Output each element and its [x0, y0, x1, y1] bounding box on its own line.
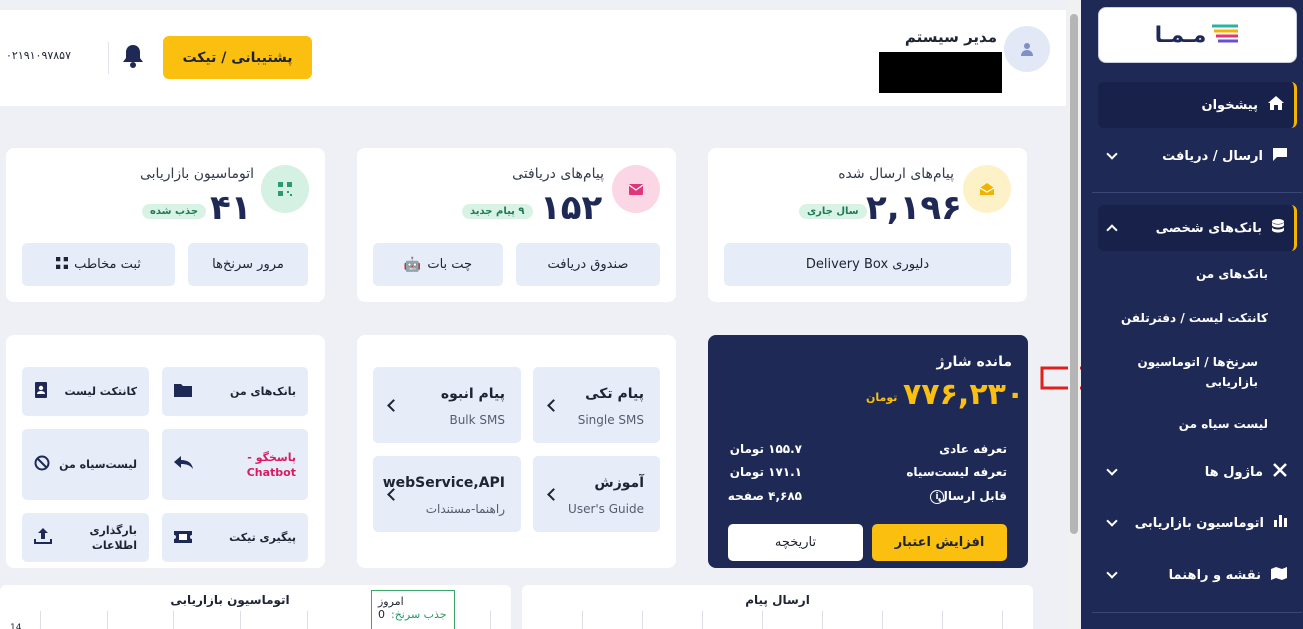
send-chart-card: ارسال پیام — [522, 585, 1033, 629]
contact-book-icon — [34, 381, 48, 402]
bell-icon[interactable] — [118, 40, 148, 72]
add-contact-button[interactable]: ثبت مخاطب — [22, 243, 175, 286]
user-avatar-icon[interactable] — [1004, 26, 1050, 72]
chatbot-button[interactable]: 🤖 چت بات — [373, 243, 503, 286]
balance-row-value: ۱۵۵.۷ تومان — [729, 442, 802, 456]
automation-chart-card: اتوماسیون بازاریابی 14 امروز 0 جذب سرنخ: — [0, 585, 511, 629]
chevron-up-icon — [1106, 224, 1118, 236]
upload-icon — [34, 527, 52, 548]
sidebar-item-personal-banks[interactable]: بانک‌های شخصی — [1098, 205, 1297, 251]
qrcode-icon — [56, 256, 69, 273]
chevron-down-icon — [1106, 464, 1118, 476]
sidebar-subitem-blacklist[interactable]: لیست سیاه من — [1098, 414, 1268, 434]
stat-value: ۱۵۲ — [540, 188, 603, 228]
stat-title: پیام‌های دریافتی — [512, 166, 604, 182]
stat-title: پیام‌های ارسال شده — [838, 166, 954, 182]
qrcode-icon — [261, 165, 309, 213]
home-icon — [1268, 96, 1284, 114]
contact-list-link[interactable]: کانتکت لیست — [22, 367, 149, 416]
ban-icon — [34, 455, 50, 475]
single-sms-tile[interactable]: پیام تکی Single SMS — [533, 367, 660, 443]
stat-title: اتوماسیون بازاریابی — [139, 166, 254, 182]
reply-all-icon — [174, 455, 194, 474]
chevron-down-icon — [1106, 567, 1118, 579]
sidebar-item-map-guide[interactable]: نقشه و راهنما — [1098, 552, 1297, 598]
ticket-icon — [174, 528, 192, 547]
balance-row-label: تعرفه لیست‌سیاه — [906, 465, 1007, 479]
browse-leads-button[interactable]: مرور سرنخ‌ها — [188, 243, 308, 286]
envelope-icon — [612, 165, 660, 213]
history-button[interactable]: تاریخچه — [728, 524, 863, 561]
scrollbar-thumb[interactable] — [1070, 14, 1078, 534]
tools-icon — [1273, 463, 1287, 481]
balance-row-value: ۱۷۱.۱ تومان — [729, 465, 802, 479]
chevron-left-icon — [387, 399, 400, 412]
logo-mark-icon — [1210, 22, 1240, 48]
chevron-down-icon — [1106, 515, 1118, 527]
chart-tooltip: امروز 0 جذب سرنخ: — [371, 590, 455, 629]
bulk-sms-tile[interactable]: پیام انبوه Bulk SMS — [373, 367, 521, 443]
axis-tick-label: 14 — [10, 623, 22, 629]
currency-label: تومان — [866, 391, 898, 404]
api-docs-tile[interactable]: webService,API راهنما-مستندات — [373, 456, 521, 532]
app-logo[interactable]: مـمـا — [1098, 7, 1297, 63]
header-divider — [108, 42, 109, 74]
user-guide-tile[interactable]: آموزش User's Guide — [533, 456, 660, 532]
balance-row-label: تعرفه عادی — [939, 442, 1007, 456]
sidebar-item-modules[interactable]: ماژول ها — [1098, 449, 1297, 495]
sidebar-item-dashboard[interactable]: پیشخوان — [1098, 82, 1297, 128]
user-name: مدیر سیستم — [904, 28, 997, 46]
folder-icon — [174, 382, 192, 401]
balance-amount: ۷۷۶,۲۳۰ — [903, 377, 1025, 412]
sidebar-subitem-leads[interactable]: سرنخ‌ها / اتوماسیون بازاریابی — [1098, 352, 1258, 392]
support-ticket-button[interactable]: پشتیبانی / تیکت — [163, 36, 312, 79]
chevron-left-icon — [547, 399, 560, 412]
database-icon — [1272, 219, 1284, 237]
status-badge: ۹ پیام جدید — [462, 204, 533, 219]
status-badge: سال جاری — [799, 204, 867, 219]
status-badge: جذب شده — [142, 204, 207, 219]
robot-icon: 🤖 — [403, 256, 422, 273]
sidebar-divider — [1092, 192, 1302, 193]
my-banks-link[interactable]: بانک‌های من — [162, 367, 308, 416]
upload-data-link[interactable]: بارگذاری اطلاعات — [22, 513, 149, 562]
stat-value: ۲,۱۹۶ — [866, 188, 962, 228]
redacted-block — [879, 52, 1002, 93]
info-icon[interactable]: i — [930, 490, 944, 504]
my-blacklist-link[interactable]: لیست‌سیاه من — [22, 429, 149, 500]
sidebar-subitem-my-banks[interactable]: بانک‌های من — [1098, 264, 1268, 284]
chevron-down-icon — [1106, 148, 1118, 160]
logo-text: مـمـا — [1154, 22, 1207, 48]
balance-title: مانده شارژ — [936, 354, 1012, 370]
map-icon — [1271, 566, 1287, 584]
stat-value: ۴۱ — [210, 188, 252, 228]
increase-credit-button[interactable]: افزایش اعتبار — [872, 524, 1007, 561]
chevron-left-icon — [547, 488, 560, 501]
delivery-box-button[interactable]: دلیوری Delivery Box — [724, 243, 1011, 286]
chat-icon — [1273, 147, 1287, 165]
chatbot-link[interactable]: پاسخگو - Chatbot — [162, 429, 308, 500]
sidebar-item-marketing-automation[interactable]: اتوماسیون بازاریابی — [1098, 500, 1297, 546]
sidebar-divider — [1092, 612, 1302, 613]
balance-row-value: ۴,۶۸۵ صفحه — [727, 489, 802, 503]
envelope-open-icon — [963, 165, 1011, 213]
phone-number: ۰۲۱۹۱۰۹۷۸۵۷ — [6, 49, 71, 62]
inbox-button[interactable]: صندوق دریافت — [516, 243, 660, 286]
sidebar-item-send-receive[interactable]: ارسال / دریافت — [1098, 133, 1297, 179]
sidebar-subitem-contact-list[interactable]: کانتکت لیست / دفترتلفن — [1098, 308, 1268, 328]
ticket-tracking-link[interactable]: پیگیری تیکت — [162, 513, 308, 562]
bar-chart-icon — [1274, 515, 1287, 531]
